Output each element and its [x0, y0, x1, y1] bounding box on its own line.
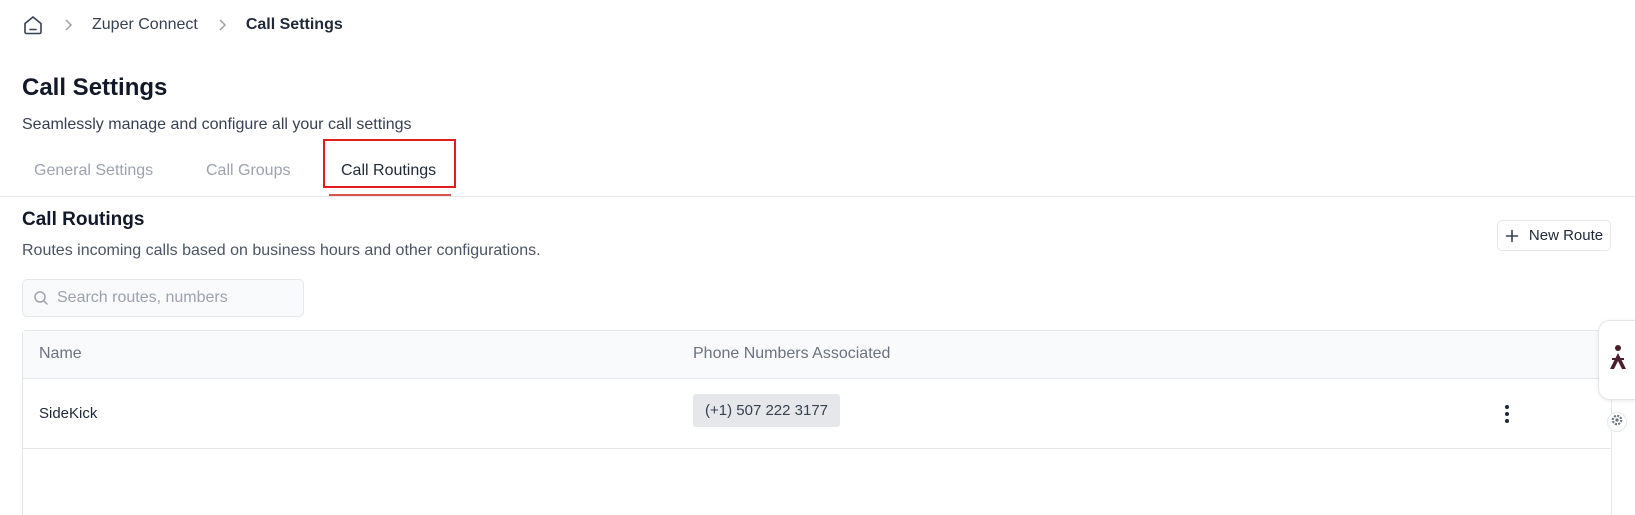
route-name[interactable]: SideKick [39, 405, 97, 422]
tab-bar: General Settings Call Groups Call Routin… [0, 150, 1635, 197]
breadcrumb-call-settings: Call Settings [245, 16, 343, 33]
table-row[interactable]: SideKick (+1) 507 222 3177 [23, 379, 1611, 449]
widget-settings-button[interactable] [1607, 412, 1627, 432]
routes-table: Name Phone Numbers Associated SideKick (… [22, 330, 1612, 515]
chevron-right-icon [60, 17, 76, 33]
page-title: Call Settings [22, 74, 168, 101]
plus-icon [1505, 229, 1519, 243]
new-route-label: New Route [1528, 227, 1604, 244]
phone-number-chip: (+1) 507 222 3177 [693, 394, 841, 427]
tab-call-groups[interactable]: Call Groups [206, 162, 290, 194]
search-icon [33, 290, 49, 306]
section-subtitle: Routes incoming calls based on business … [22, 242, 541, 259]
tab-general-settings[interactable]: General Settings [34, 162, 153, 194]
chevron-right-icon [214, 17, 230, 33]
home-icon[interactable] [22, 14, 44, 36]
breadcrumb: Zuper Connect Call Settings [22, 13, 343, 37]
new-route-button[interactable]: New Route [1497, 220, 1611, 251]
more-options-icon[interactable] [1497, 403, 1517, 425]
breadcrumb-zuper-connect[interactable]: Zuper Connect [92, 16, 198, 34]
call-settings-page: Zuper Connect Call Settings Call Setting… [0, 0, 1635, 515]
gear-icon [1610, 413, 1624, 432]
page-subtitle: Seamlessly manage and configure all your… [22, 116, 412, 133]
tab-call-routings[interactable]: Call Routings [341, 162, 436, 194]
search-box [22, 279, 304, 317]
section-title: Call Routings [22, 209, 145, 230]
column-header-phone-numbers[interactable]: Phone Numbers Associated [693, 345, 890, 363]
search-input[interactable] [57, 289, 297, 307]
column-header-name[interactable]: Name [39, 345, 82, 363]
table-header: Name Phone Numbers Associated [23, 331, 1611, 379]
active-tab-indicator [329, 194, 451, 196]
assistant-widget-button[interactable] [1598, 320, 1635, 400]
assistant-logo-icon [1607, 344, 1629, 377]
